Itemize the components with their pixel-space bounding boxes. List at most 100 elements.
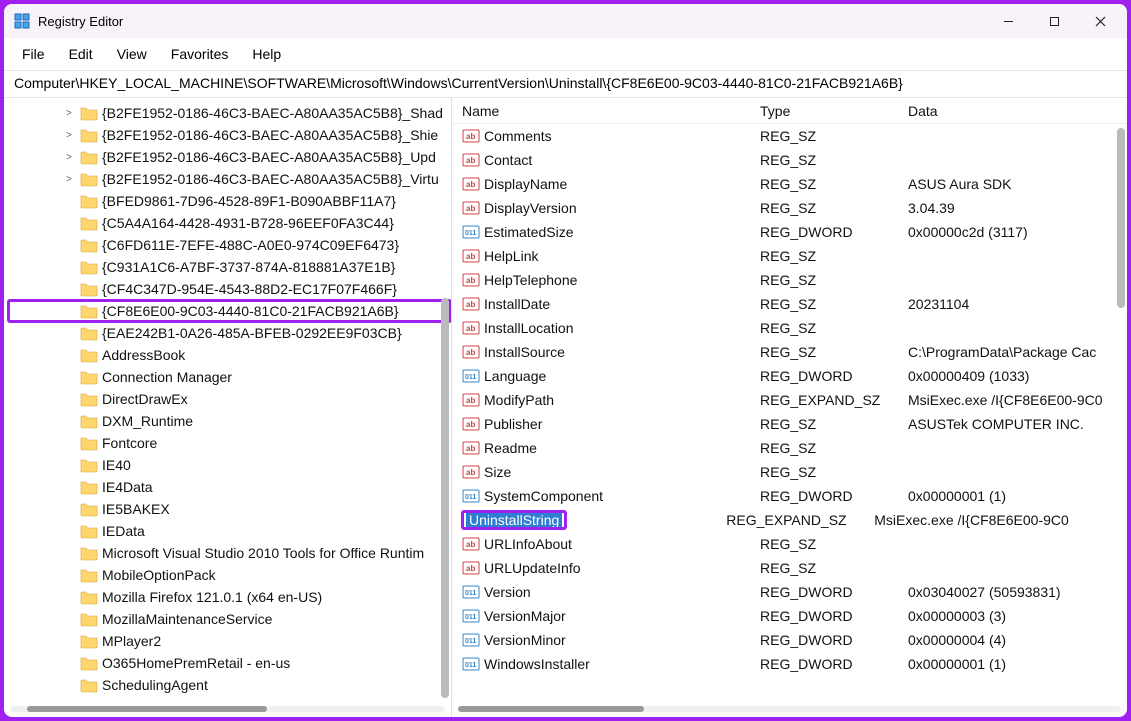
tree-item[interactable]: IEData <box>8 520 451 542</box>
tree-item[interactable]: >{B2FE1952-0186-46C3-BAEC-A80AA35AC5B8}_… <box>8 124 451 146</box>
values-pane[interactable]: Name Type Data abCommentsREG_SZabContact… <box>452 98 1127 717</box>
svg-text:011: 011 <box>465 638 476 645</box>
value-row[interactable]: 011LanguageREG_DWORD0x00000409 (1033) <box>462 364 1127 388</box>
value-row[interactable]: abURLUpdateInfoREG_SZ <box>462 556 1127 580</box>
tree-item-label: {CF8E6E00-9C03-4440-81C0-21FACB921A6B} <box>102 303 399 319</box>
string-icon: ab <box>462 247 480 265</box>
value-row[interactable]: abModifyPathREG_EXPAND_SZMsiExec.exe /I{… <box>462 388 1127 412</box>
tree-item[interactable]: O365HomePremRetail - en-us <box>8 652 451 674</box>
svg-text:011: 011 <box>465 374 476 381</box>
value-row[interactable]: 011WindowsInstallerREG_DWORD0x00000001 (… <box>462 652 1127 676</box>
tree-item[interactable]: {CF8E6E00-9C03-4440-81C0-21FACB921A6B} <box>8 300 451 322</box>
tree-item-label: {CF4C347D-954E-4543-88D2-EC17F07F466F} <box>102 281 397 297</box>
tree-item[interactable]: Connection Manager <box>8 366 451 388</box>
value-type: REG_SZ <box>760 464 908 480</box>
value-data: 0x00000004 (4) <box>908 632 1127 648</box>
svg-text:ab: ab <box>466 324 475 333</box>
tree-item[interactable]: IE4Data <box>8 476 451 498</box>
tree-item[interactable]: {C931A1C6-A7BF-3737-874A-818881A37E1B} <box>8 256 451 278</box>
col-type[interactable]: Type <box>760 103 908 119</box>
value-row[interactable]: abInstallLocationREG_SZ <box>462 316 1127 340</box>
value-row[interactable]: abUninstallStringREG_EXPAND_SZMsiExec.ex… <box>462 508 1127 532</box>
value-type: REG_DWORD <box>760 488 908 504</box>
tree-hscroll[interactable] <box>4 701 451 717</box>
tree-item-label: AddressBook <box>102 347 185 363</box>
tree-item[interactable]: MobileOptionPack <box>8 564 451 586</box>
close-button[interactable] <box>1077 4 1123 38</box>
column-headers[interactable]: Name Type Data <box>452 98 1127 124</box>
tree-item[interactable]: MPlayer2 <box>8 630 451 652</box>
value-row[interactable]: 011VersionMajorREG_DWORD0x00000003 (3) <box>462 604 1127 628</box>
tree-item[interactable]: IE40 <box>8 454 451 476</box>
value-row[interactable]: abCommentsREG_SZ <box>462 124 1127 148</box>
menu-edit[interactable]: Edit <box>59 42 103 66</box>
tree-item[interactable]: >{B2FE1952-0186-46C3-BAEC-A80AA35AC5B8}_… <box>8 146 451 168</box>
tree-item-label: {C6FD611E-7EFE-488C-A0E0-974C09EF6473} <box>102 237 399 253</box>
tree-item[interactable]: Fontcore <box>8 432 451 454</box>
value-row[interactable]: 011EstimatedSizeREG_DWORD0x00000c2d (311… <box>462 220 1127 244</box>
tree-item[interactable]: {C6FD611E-7EFE-488C-A0E0-974C09EF6473} <box>8 234 451 256</box>
tree-item[interactable]: Microsoft Visual Studio 2010 Tools for O… <box>8 542 451 564</box>
menu-view[interactable]: View <box>107 42 157 66</box>
tree-item[interactable]: DirectDrawEx <box>8 388 451 410</box>
tree-item[interactable]: MozillaMaintenanceService <box>8 608 451 630</box>
svg-text:011: 011 <box>465 662 476 669</box>
value-row[interactable]: abInstallSourceREG_SZC:\ProgramData\Pack… <box>462 340 1127 364</box>
value-row[interactable]: abPublisherREG_SZASUSTek COMPUTER INC. <box>462 412 1127 436</box>
tree-item[interactable]: DXM_Runtime <box>8 410 451 432</box>
value-data: C:\ProgramData\Package Cac <box>908 344 1127 360</box>
menu-favorites[interactable]: Favorites <box>161 42 239 66</box>
tree-item-label: {B2FE1952-0186-46C3-BAEC-A80AA35AC5B8}_S… <box>102 127 438 143</box>
values-scrollbar[interactable] <box>1117 128 1125 308</box>
tree-item[interactable]: IE5BAKEX <box>8 498 451 520</box>
col-name[interactable]: Name <box>462 103 760 119</box>
tree-item[interactable]: SchedulingAgent <box>8 674 451 696</box>
value-type: REG_SZ <box>760 152 908 168</box>
minimize-button[interactable] <box>985 4 1031 38</box>
value-row[interactable]: 011VersionREG_DWORD0x03040027 (50593831) <box>462 580 1127 604</box>
tree-item-label: DXM_Runtime <box>102 413 193 429</box>
tree-item[interactable]: {C5A4A164-4428-4931-B728-96EEF0FA3C44} <box>8 212 451 234</box>
tree-item[interactable]: >{B2FE1952-0186-46C3-BAEC-A80AA35AC5B8}_… <box>8 168 451 190</box>
tree-item-label: {C5A4A164-4428-4931-B728-96EEF0FA3C44} <box>102 215 394 231</box>
maximize-button[interactable] <box>1031 4 1077 38</box>
tree-item[interactable]: >{B2FE1952-0186-46C3-BAEC-A80AA35AC5B8}_… <box>8 102 451 124</box>
value-type: REG_SZ <box>760 176 908 192</box>
folder-icon <box>80 215 98 231</box>
tree-pane[interactable]: >{B2FE1952-0186-46C3-BAEC-A80AA35AC5B8}_… <box>4 98 452 717</box>
tree-item[interactable]: Mozilla Firefox 121.0.1 (x64 en-US) <box>8 586 451 608</box>
string-icon: ab <box>462 535 480 553</box>
value-row[interactable]: 011VersionMinorREG_DWORD0x00000004 (4) <box>462 628 1127 652</box>
col-data[interactable]: Data <box>908 103 1127 119</box>
menu-file[interactable]: File <box>12 42 55 66</box>
value-row[interactable]: abInstallDateREG_SZ20231104 <box>462 292 1127 316</box>
value-row[interactable]: abDisplayNameREG_SZASUS Aura SDK <box>462 172 1127 196</box>
value-row[interactable]: abReadmeREG_SZ <box>462 436 1127 460</box>
value-data: 0x00000003 (3) <box>908 608 1127 624</box>
svg-text:ab: ab <box>466 420 475 429</box>
tree-item-label: IE40 <box>102 457 131 473</box>
tree-item-label: {EAE242B1-0A26-485A-BFEB-0292EE9F03CB} <box>102 325 402 341</box>
tree-item[interactable]: {EAE242B1-0A26-485A-BFEB-0292EE9F03CB} <box>8 322 451 344</box>
value-name: URLInfoAbout <box>484 536 760 552</box>
svg-text:011: 011 <box>465 230 476 237</box>
folder-icon <box>80 457 98 473</box>
tree-item[interactable]: AddressBook <box>8 344 451 366</box>
tree-item[interactable]: {CF4C347D-954E-4543-88D2-EC17F07F466F} <box>8 278 451 300</box>
value-name: Language <box>484 368 760 384</box>
value-row[interactable]: 011SystemComponentREG_DWORD0x00000001 (1… <box>462 484 1127 508</box>
value-row[interactable]: abHelpTelephoneREG_SZ <box>462 268 1127 292</box>
folder-icon <box>80 281 98 297</box>
value-row[interactable]: abHelpLinkREG_SZ <box>462 244 1127 268</box>
svg-text:ab: ab <box>466 348 475 357</box>
tree-item[interactable]: {BFED9861-7D96-4528-89F1-B090ABBF11A7} <box>8 190 451 212</box>
value-row[interactable]: abURLInfoAboutREG_SZ <box>462 532 1127 556</box>
tree-scrollbar[interactable] <box>441 298 449 698</box>
address-bar[interactable]: Computer\HKEY_LOCAL_MACHINE\SOFTWARE\Mic… <box>4 71 1127 98</box>
menu-help[interactable]: Help <box>242 42 291 66</box>
value-row[interactable]: abSizeREG_SZ <box>462 460 1127 484</box>
value-row[interactable]: abContactREG_SZ <box>462 148 1127 172</box>
value-name: DisplayVersion <box>484 200 760 216</box>
value-row[interactable]: abDisplayVersionREG_SZ3.04.39 <box>462 196 1127 220</box>
values-hscroll[interactable] <box>452 701 1127 717</box>
